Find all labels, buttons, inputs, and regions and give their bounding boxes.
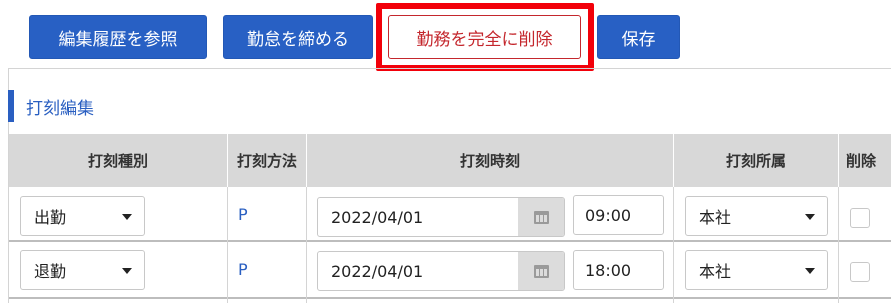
section-title: 打刻編集 — [26, 98, 94, 119]
header-punch-time: 打刻時刻 — [459, 152, 520, 170]
calendar-icon — [533, 264, 549, 278]
column-divider — [838, 187, 839, 303]
punch-time-value: 09:00 — [585, 205, 632, 225]
edit-history-button[interactable]: 編集履歴を参照 — [29, 15, 207, 59]
table-row: 出勤 P 2022/04/01 09:00 本社 — [9, 187, 891, 240]
chevron-down-icon — [122, 214, 132, 220]
punch-method-value: P — [238, 205, 248, 224]
punch-time-input[interactable]: 18:00 — [573, 250, 664, 290]
punch-time-input[interactable]: 09:00 — [573, 195, 664, 235]
punch-date-input[interactable]: 2022/04/01 — [317, 197, 565, 237]
date-picker-button[interactable] — [518, 198, 564, 236]
action-toolbar: 編集履歴を参照 勤怠を締める 勤務を完全に削除 保存 — [0, 0, 891, 71]
header-delete: 削除 — [845, 152, 876, 170]
delete-checkbox[interactable] — [850, 262, 870, 282]
save-button[interactable]: 保存 — [597, 15, 680, 59]
chevron-down-icon — [122, 268, 132, 274]
punch-type-select[interactable]: 退勤 — [20, 250, 145, 290]
delete-checkbox[interactable] — [850, 208, 870, 228]
punch-date-input[interactable]: 2022/04/01 — [317, 251, 565, 291]
row-divider — [9, 297, 891, 299]
punch-type-value: 退勤 — [34, 262, 67, 281]
header-punch-method: 打刻方法 — [236, 152, 297, 170]
punch-type-value: 出勤 — [34, 208, 67, 227]
calendar-icon — [533, 210, 549, 224]
column-divider — [673, 187, 674, 303]
chevron-down-icon — [805, 214, 815, 220]
delete-work-button[interactable]: 勤務を完全に削除 — [388, 15, 581, 59]
section-accent-bar — [8, 90, 14, 122]
affiliation-value: 本社 — [699, 262, 732, 281]
punch-date-value: 2022/04/01 — [331, 207, 424, 227]
header-punch-type: 打刻種別 — [87, 152, 148, 170]
affiliation-value: 本社 — [699, 208, 732, 227]
close-attendance-button[interactable]: 勤怠を締める — [223, 15, 373, 59]
date-picker-button[interactable] — [518, 252, 564, 290]
chevron-down-icon — [805, 268, 815, 274]
table-header: 打刻種別 打刻方法 打刻時刻 打刻所属 削除 — [9, 134, 891, 187]
column-divider — [227, 187, 228, 303]
punch-date-value: 2022/04/01 — [331, 261, 424, 281]
header-punch-affiliation: 打刻所属 — [725, 152, 786, 170]
column-divider — [306, 187, 307, 303]
punch-type-select[interactable]: 出勤 — [20, 196, 145, 236]
affiliation-select[interactable]: 本社 — [685, 196, 828, 236]
punch-time-value: 18:00 — [585, 260, 632, 280]
toolbar-divider — [8, 68, 891, 69]
section-heading: 打刻編集 — [8, 90, 94, 122]
table-row: 退勤 P 2022/04/01 18:00 本社 — [9, 242, 891, 297]
affiliation-select[interactable]: 本社 — [685, 250, 828, 290]
punch-method-value: P — [238, 260, 248, 279]
